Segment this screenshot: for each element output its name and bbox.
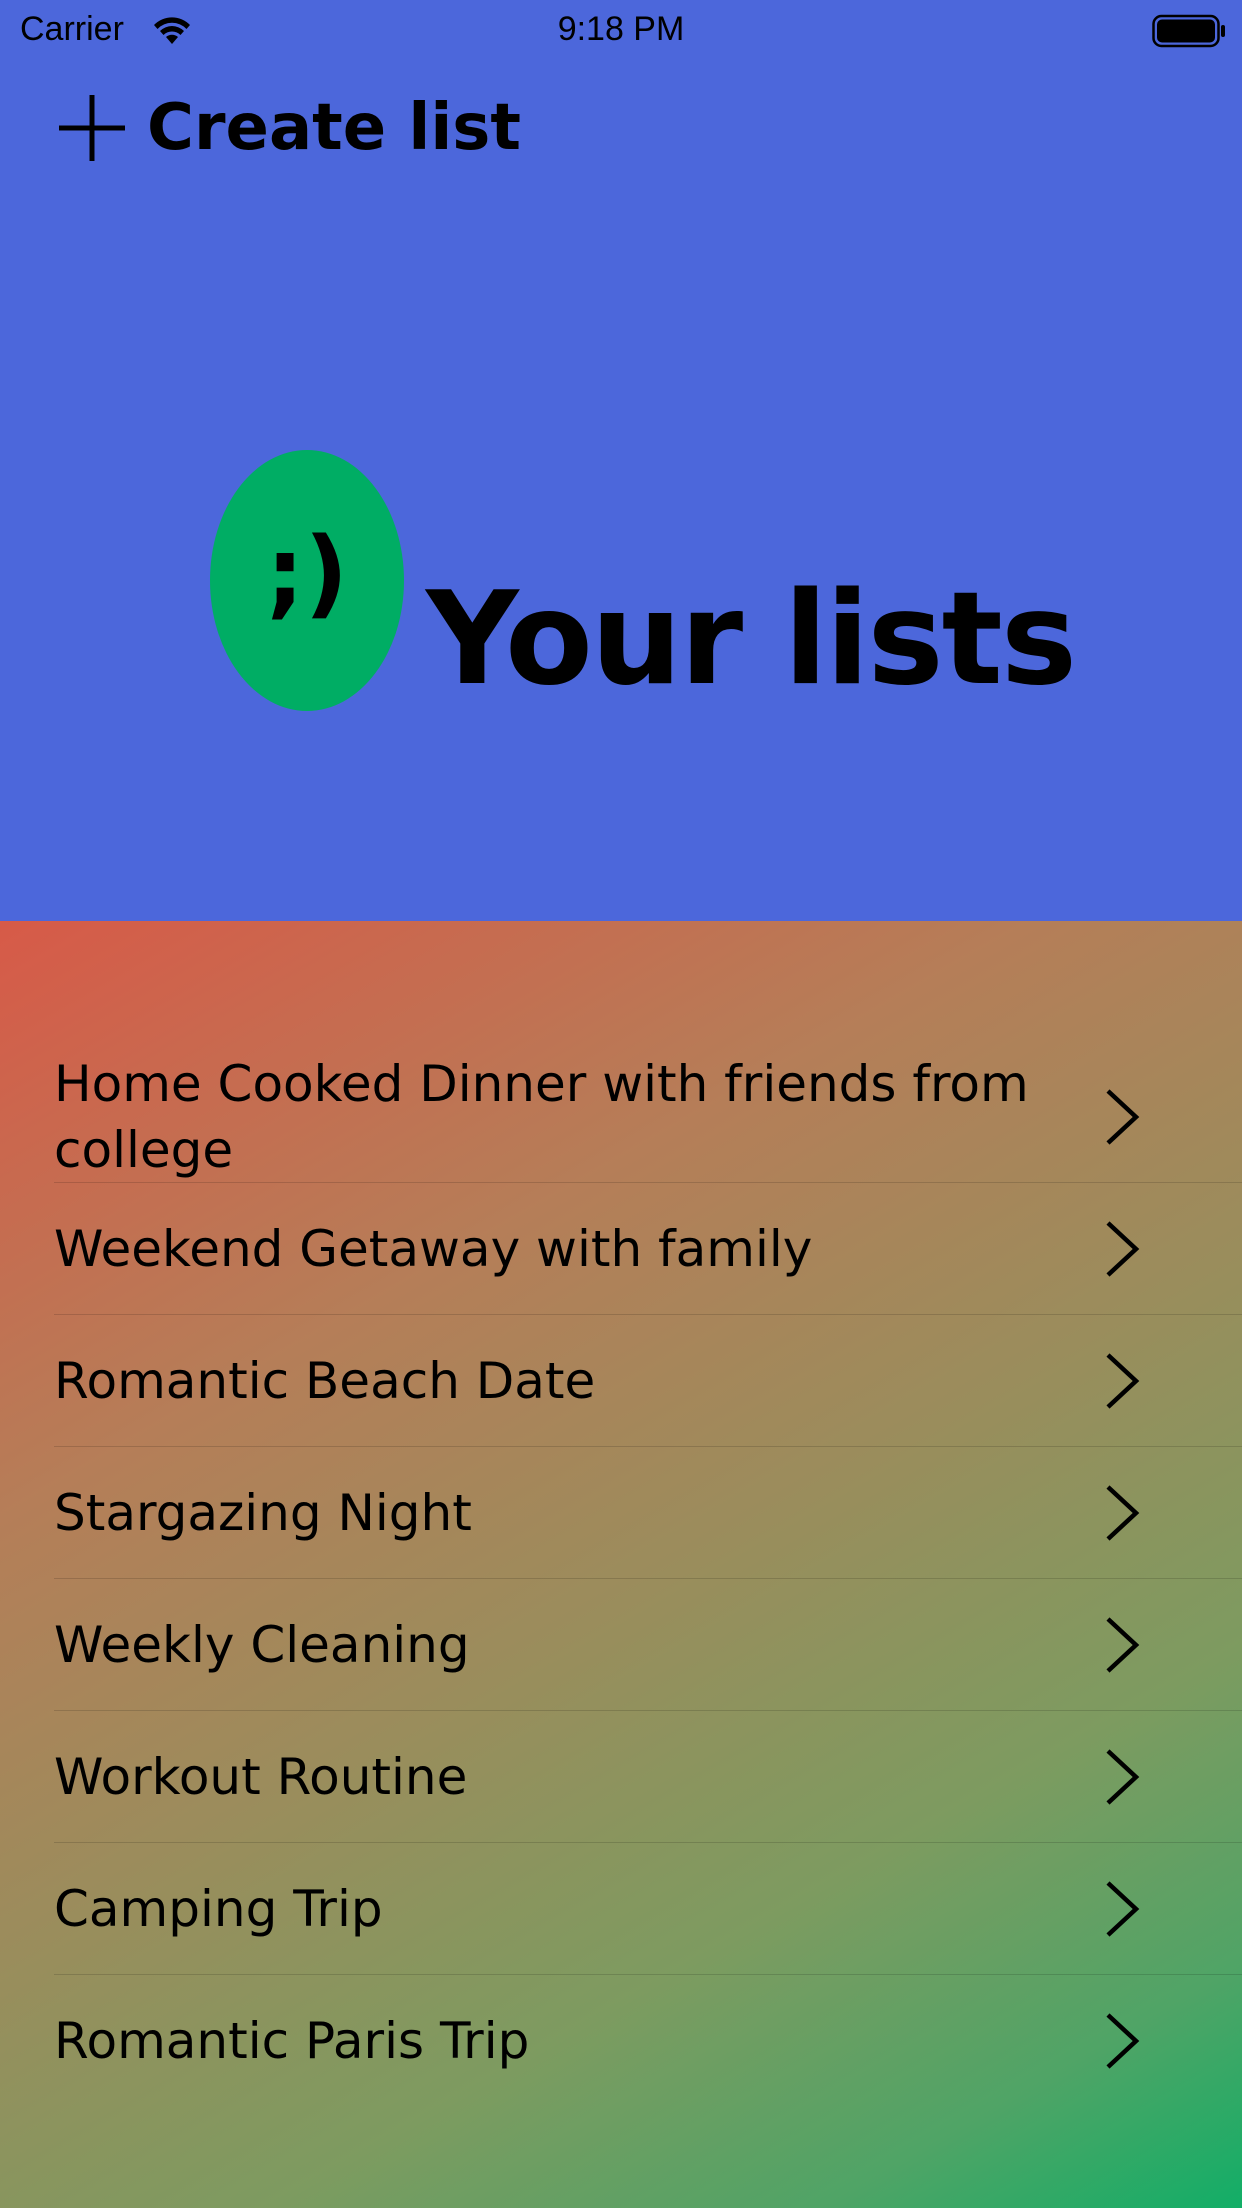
list-item[interactable]: Camping Trip [54, 1843, 1242, 1975]
clock: 9:18 PM [557, 10, 685, 48]
create-list-label: Create list [147, 91, 521, 165]
header-panel: Carrier 9:18 PM Create list ;) Your list… [0, 0, 1242, 921]
chevron-right-icon [1106, 1220, 1140, 1277]
chevron-right-icon [1106, 1088, 1140, 1145]
list-item[interactable]: Stargazing Night [54, 1447, 1242, 1579]
list-item-label: Weekend Getaway with family [54, 1220, 813, 1278]
chevron-right-icon [1106, 1748, 1140, 1805]
app-screen: Carrier 9:18 PM Create list ;) Your list… [0, 0, 1242, 2208]
list-item[interactable]: Romantic Beach Date [54, 1315, 1242, 1447]
chevron-right-icon [1106, 1484, 1140, 1541]
lists-list: Home Cooked Dinner with friends from col… [0, 1051, 1242, 2107]
list-item-label: Stargazing Night [54, 1484, 472, 1542]
battery-icon [1152, 14, 1225, 48]
lists-panel: Home Cooked Dinner with friends from col… [0, 921, 1242, 2208]
list-item-label: Weekly Cleaning [54, 1616, 470, 1674]
page-title: Your lists [426, 565, 1077, 714]
create-list-button[interactable]: Create list [55, 88, 521, 168]
list-item[interactable]: Romantic Paris Trip [54, 1975, 1242, 2107]
plus-icon [59, 95, 125, 161]
chevron-right-icon [1106, 1352, 1140, 1409]
list-item[interactable]: Weekend Getaway with family [54, 1183, 1242, 1315]
list-item-label: Romantic Paris Trip [54, 2012, 530, 2070]
list-item[interactable]: Home Cooked Dinner with friends from col… [54, 1051, 1242, 1183]
logo-text: ;) [265, 516, 349, 629]
chevron-right-icon [1106, 1880, 1140, 1937]
list-item-label: Workout Routine [54, 1748, 468, 1806]
status-bar: Carrier 9:18 PM [0, 0, 1242, 62]
list-item[interactable]: Workout Routine [54, 1711, 1242, 1843]
app-logo: ;) [210, 450, 404, 711]
chevron-right-icon [1106, 1616, 1140, 1673]
chevron-right-icon [1106, 2013, 1140, 2069]
list-item[interactable]: Weekly Cleaning [54, 1579, 1242, 1711]
list-item-label: Home Cooked Dinner with friends from col… [54, 1055, 1029, 1179]
list-item-label: Romantic Beach Date [54, 1352, 596, 1410]
list-item-label: Camping Trip [54, 1880, 383, 1938]
